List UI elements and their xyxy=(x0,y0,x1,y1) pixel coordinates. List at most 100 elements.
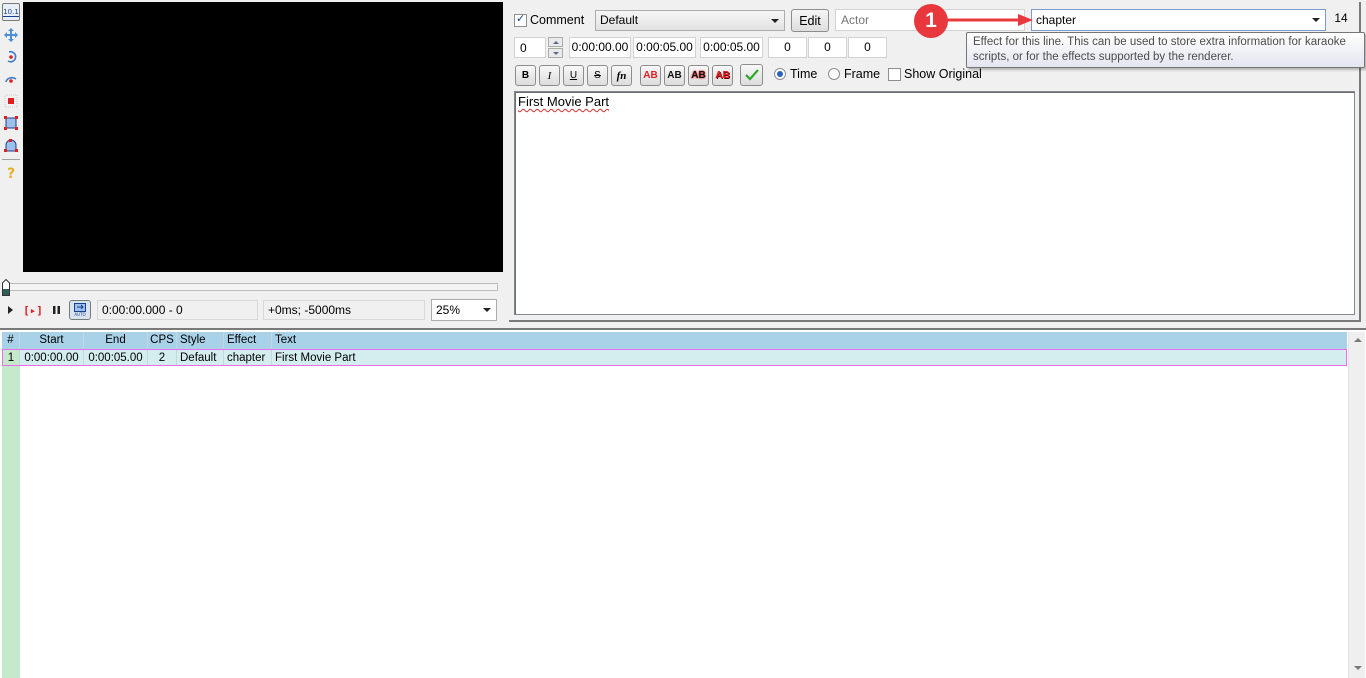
layer-input[interactable] xyxy=(514,37,546,58)
video-zoom-select[interactable]: 25% xyxy=(431,299,497,321)
auto-scroll-icon xyxy=(74,303,86,312)
margin-left-input[interactable]: 0 xyxy=(768,37,807,58)
play-line-button[interactable]: [▸] xyxy=(23,300,43,320)
char-count: 14 xyxy=(1334,11,1348,25)
video-display[interactable] xyxy=(23,2,503,272)
time-radio-label[interactable]: Time xyxy=(790,67,817,81)
shadow-color-icon: AB xyxy=(715,70,730,81)
video-seek-slider[interactable] xyxy=(2,283,498,291)
video-time-display: 0:00:00.000 - 0 xyxy=(97,300,258,320)
italic-button[interactable]: I xyxy=(539,65,560,86)
row-cps: 2 xyxy=(148,350,177,365)
seek-slider-thumb[interactable] xyxy=(2,279,10,296)
rotate-z-tool[interactable] xyxy=(2,48,20,66)
show-original-checkbox[interactable] xyxy=(888,68,901,81)
play-button[interactable] xyxy=(6,300,16,320)
layer-spinner[interactable] xyxy=(548,37,563,58)
font-button[interactable]: fn xyxy=(611,65,632,86)
grid-vertical-scrollbar[interactable] xyxy=(1348,332,1365,678)
video-toolbar: 10.1 ? xyxy=(0,2,22,272)
play-icon xyxy=(8,306,13,314)
end-time-input[interactable]: 0:00:05.00 xyxy=(633,37,696,58)
column-header-start[interactable]: Start xyxy=(20,332,84,349)
pause-icon xyxy=(52,306,60,314)
subtitle-text: First Movie Part xyxy=(518,94,610,109)
start-time-input[interactable]: 0:00:00.00 xyxy=(569,37,631,58)
scale-tool[interactable] xyxy=(2,92,20,110)
row-end: 0:00:05.00 xyxy=(84,350,148,365)
auto-scroll-toggle[interactable]: AUTO xyxy=(69,300,91,320)
comment-label[interactable]: Comment xyxy=(530,13,584,27)
annotation-badge: 1 xyxy=(914,4,948,38)
comment-checkbox[interactable] xyxy=(514,12,527,27)
realtime-position-tool[interactable]: 10.1 xyxy=(2,3,20,21)
underline-button[interactable]: U xyxy=(563,65,584,86)
chevron-down-icon xyxy=(1312,18,1320,22)
margin-right-input[interactable]: 0 xyxy=(808,37,847,58)
strikeout-icon: S xyxy=(594,70,601,81)
scale-icon xyxy=(4,94,18,108)
duration-input[interactable]: 0:00:05.00 xyxy=(700,37,763,58)
help-tool[interactable]: ? xyxy=(2,165,20,183)
column-header-end[interactable]: End xyxy=(84,332,148,349)
commit-button[interactable] xyxy=(740,64,763,86)
chevron-down-icon xyxy=(483,308,491,312)
row-text: First Movie Part xyxy=(275,352,356,364)
column-header-style[interactable]: Style xyxy=(177,332,224,349)
chevron-down-icon xyxy=(771,19,779,23)
bold-button[interactable]: B xyxy=(515,65,536,86)
column-header-effect[interactable]: Effect xyxy=(224,332,272,349)
style-select[interactable]: Default xyxy=(595,10,785,31)
secondary-color-icon: AB xyxy=(667,70,682,81)
style-value: Default xyxy=(600,13,639,27)
row-effect: chapter xyxy=(224,350,272,365)
frame-radio[interactable] xyxy=(828,68,840,80)
clip-tool[interactable] xyxy=(2,114,20,132)
table-row[interactable]: 1 0:00:00.00 0:00:05.00 2 Default chapte… xyxy=(2,349,1347,366)
spin-up-button[interactable] xyxy=(548,37,563,47)
shadow-color-button[interactable]: AB xyxy=(712,65,733,86)
time-radio[interactable] xyxy=(774,68,786,80)
primary-color-icon: AB xyxy=(643,70,658,81)
subtitle-grid: # Start End CPS Style Effect Text 1 0:00… xyxy=(0,328,1366,678)
subtitle-text-editor[interactable]: First Movie Part xyxy=(514,91,1355,315)
vector-clip-tool[interactable] xyxy=(2,136,20,154)
effect-input[interactable]: chapter xyxy=(1031,9,1326,31)
frame-radio-label[interactable]: Frame xyxy=(844,67,880,81)
column-header-number[interactable]: # xyxy=(2,332,20,349)
underline-icon: U xyxy=(569,70,578,81)
checkmark-icon xyxy=(744,69,759,81)
drag-tool[interactable] xyxy=(2,26,20,44)
auto-label: AUTO xyxy=(74,312,86,317)
pause-button[interactable] xyxy=(50,300,62,320)
bold-icon: B xyxy=(521,70,530,81)
drag-move-icon xyxy=(4,28,18,42)
annotation-arrow xyxy=(940,14,1033,26)
scroll-down-icon[interactable] xyxy=(1354,666,1362,670)
strikeout-button[interactable]: S xyxy=(587,65,608,86)
secondary-color-button[interactable]: AB xyxy=(664,65,685,86)
italic-icon: I xyxy=(547,69,552,82)
clip-rect-icon xyxy=(4,116,18,130)
toolbar-separator xyxy=(2,159,20,160)
row-start: 0:00:00.00 xyxy=(20,350,84,365)
margin-vertical-input[interactable]: 0 xyxy=(848,37,887,58)
column-header-text[interactable]: Text xyxy=(272,332,1347,349)
row-number-gutter xyxy=(2,366,20,678)
row-number: 1 xyxy=(3,350,20,365)
effect-value: chapter xyxy=(1036,13,1077,27)
edit-style-button[interactable]: Edit xyxy=(791,9,829,32)
effect-tooltip: Effect for this line. This can be used t… xyxy=(966,32,1365,68)
arrow-up-icon xyxy=(552,40,559,44)
rotate-xy-tool[interactable] xyxy=(2,70,20,88)
column-header-cps[interactable]: CPS xyxy=(148,332,177,349)
tooltip-line-2: scripts, or for the effects supported by… xyxy=(973,51,1234,63)
vector-clip-icon xyxy=(4,139,18,152)
outline-color-button[interactable]: AB xyxy=(688,65,709,86)
scroll-up-icon[interactable] xyxy=(1354,338,1362,342)
show-original-label[interactable]: Show Original xyxy=(904,67,982,81)
row-style: Default xyxy=(177,350,224,365)
spin-down-button[interactable] xyxy=(548,48,563,58)
grid-header: # Start End CPS Style Effect Text xyxy=(2,332,1347,349)
primary-color-button[interactable]: AB xyxy=(640,65,661,86)
